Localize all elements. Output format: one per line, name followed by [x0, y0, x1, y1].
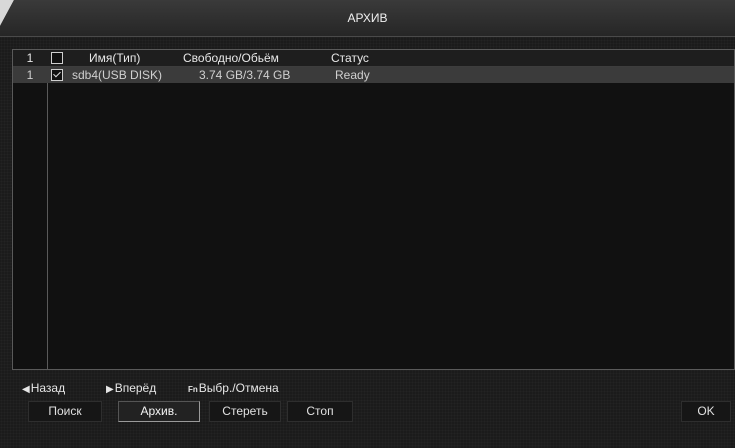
stop-button[interactable]: Стоп — [287, 401, 353, 422]
table-header: 1 Имя(Тип) Свободно/Обьём Статус — [13, 50, 734, 67]
device-status: Ready — [335, 68, 370, 82]
select-cancel-link[interactable]: FnВыбр./Отмена — [188, 380, 279, 398]
archive-window: АРХИВ 1 Имя(Тип) Свободно/Обьём Статус 1… — [0, 0, 735, 448]
prev-page-link[interactable]: ◀Назад — [22, 380, 65, 398]
row-number: 1 — [26, 68, 34, 82]
prev-page-label: Назад — [30, 381, 66, 395]
title-bar: АРХИВ — [0, 0, 735, 37]
table-row[interactable]: 1 sdb4(USB DISK) 3.74 GB/3.74 GB Ready — [13, 67, 734, 83]
next-page-label: Вперёд — [114, 381, 157, 395]
fn-key-icon: Fn — [188, 385, 198, 394]
column-header-status[interactable]: Статус — [331, 50, 369, 66]
row-checkbox[interactable] — [51, 69, 63, 81]
header-number: 1 — [26, 51, 34, 65]
column-separator — [47, 50, 48, 369]
erase-button[interactable]: Стереть — [209, 401, 281, 422]
column-header-name[interactable]: Имя(Тип) — [89, 50, 140, 66]
column-header-free-space[interactable]: Свободно/Обьём — [183, 50, 279, 66]
prev-page-icon: ◀ — [22, 384, 30, 395]
archive-button[interactable]: Архив. — [118, 401, 200, 422]
select-cancel-label: Выбр./Отмена — [198, 381, 279, 395]
select-all-checkbox[interactable] — [51, 52, 63, 64]
next-page-icon: ▶ — [106, 384, 114, 395]
device-table: 1 Имя(Тип) Свободно/Обьём Статус 1 sdb4(… — [12, 49, 735, 370]
device-name: sdb4(USB DISK) — [72, 68, 163, 82]
window-title: АРХИВ — [347, 11, 388, 25]
device-free-space: 3.74 GB/3.74 GB — [199, 68, 291, 82]
search-button[interactable]: Поиск — [28, 401, 102, 422]
next-page-link[interactable]: ▶Вперёд — [106, 380, 156, 398]
ok-button[interactable]: OK — [681, 401, 731, 422]
